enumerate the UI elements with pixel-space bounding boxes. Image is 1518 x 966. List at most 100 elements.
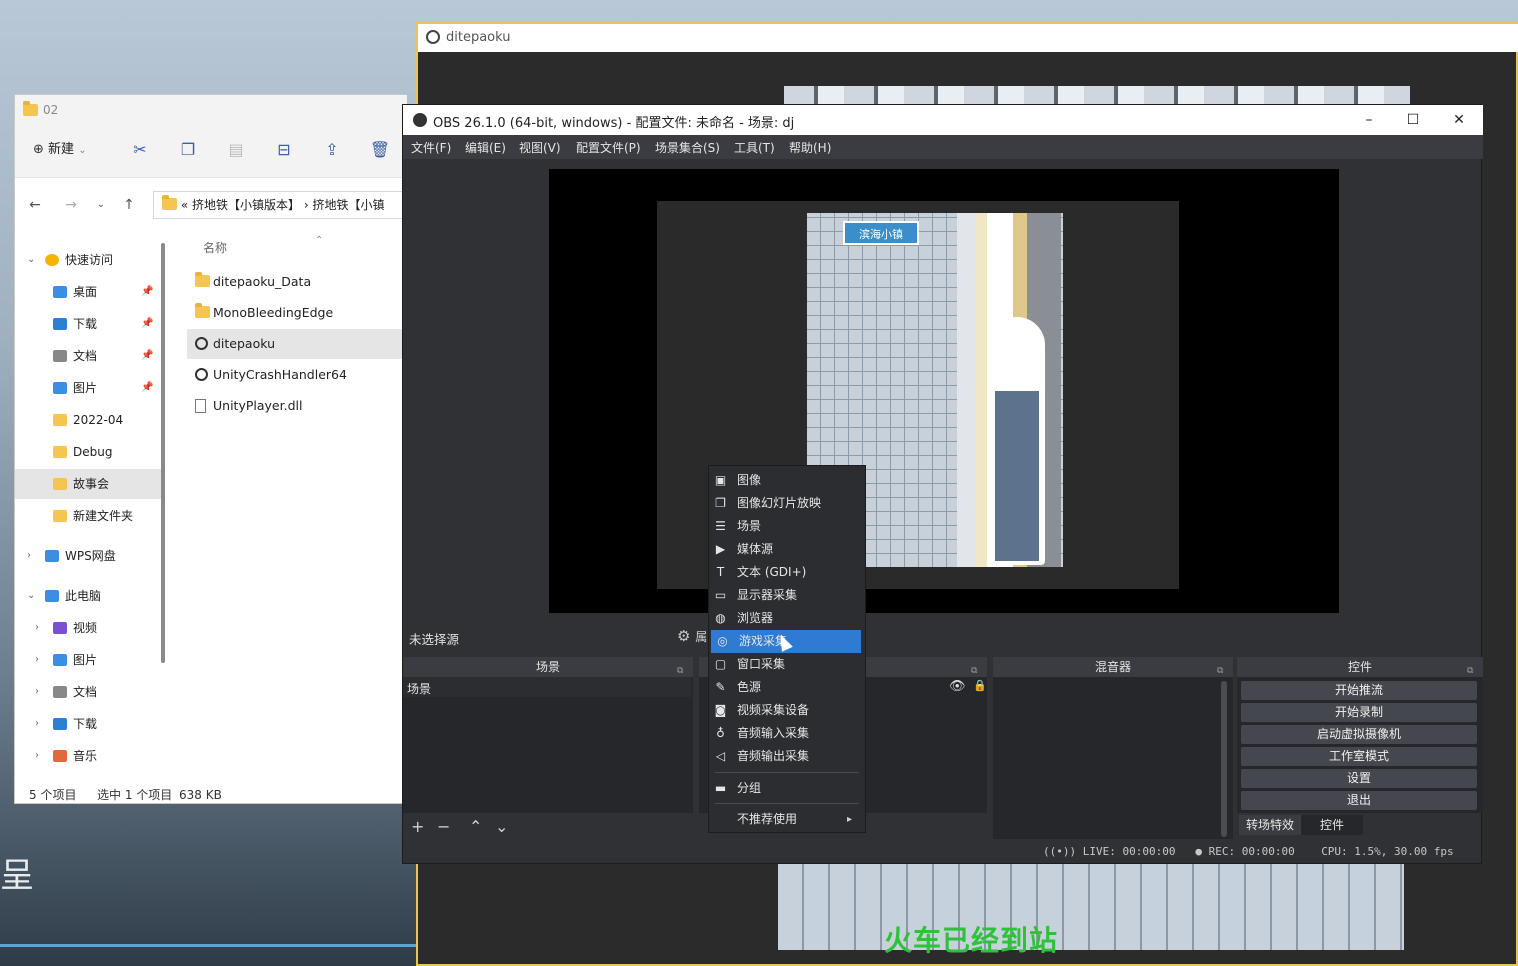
minimize-icon[interactable]: – [1349, 109, 1389, 131]
tab-transitions[interactable]: 转场特效 [1239, 815, 1301, 835]
remove-scene-icon[interactable]: − [437, 817, 450, 836]
chevron-right-icon[interactable]: › [27, 541, 31, 571]
address-overflow[interactable]: « [181, 198, 188, 212]
menu-item[interactable]: ◁ 音频输出采集 [709, 745, 865, 768]
chevron-down-icon[interactable]: ⌄ [27, 581, 35, 611]
menu-scene-collection[interactable]: 场景集合(S) [655, 139, 720, 156]
menu-edit[interactable]: 编辑(E) [465, 139, 506, 156]
sidebar-item[interactable]: 桌面 📌 [15, 277, 165, 307]
sidebar-item[interactable]: 2022-04 [15, 405, 165, 435]
chevron-down-icon[interactable]: ⌄ [27, 245, 35, 275]
column-header-name[interactable]: 名称 ⌃ [203, 235, 323, 256]
download-icon [53, 318, 67, 330]
file-row[interactable]: ditepaoku_Data [187, 267, 407, 297]
menu-file[interactable]: 文件(F) [411, 139, 451, 156]
sidebar-item-label: 下载 [73, 717, 98, 731]
maximize-icon[interactable]: ☐ [1393, 109, 1433, 131]
rename-icon[interactable]: ⊟ [273, 139, 295, 161]
sidebar-item[interactable]: › 音乐 [15, 741, 165, 771]
move-down-icon[interactable]: ⌄ [495, 817, 508, 836]
mixer-panel [993, 677, 1233, 839]
sidebar-item[interactable]: 故事会 [15, 469, 165, 499]
chevron-right-icon[interactable]: › [35, 741, 39, 771]
menu-item[interactable]: ▢ 窗口采集 [709, 653, 865, 676]
start-recording-button[interactable]: 开始录制 [1241, 703, 1477, 722]
sidebar-item[interactable]: › 下载 [15, 709, 165, 739]
sidebar-item[interactable]: ⌄ 此电脑 [15, 581, 165, 611]
obs-preview[interactable]: 滨海小镇 [549, 169, 1339, 613]
delete-icon[interactable]: 🗑 [369, 139, 391, 161]
menu-item[interactable]: ▬ 分组 [709, 777, 865, 800]
sidebar-item[interactable]: › WPS网盘 [15, 541, 165, 571]
menu-view[interactable]: 视图(V) [519, 139, 561, 156]
menu-item[interactable]: ▣ 图像 [709, 469, 865, 492]
menu-item[interactable]: T 文本 (GDI+) [709, 561, 865, 584]
sidebar-item[interactable]: ⌄ 快速访问 [15, 245, 165, 275]
sidebar-item[interactable]: › 图片 [15, 645, 165, 675]
sidebar-item[interactable]: 文档 📌 [15, 341, 165, 371]
settings-button[interactable]: 设置 [1241, 769, 1477, 788]
file-row[interactable]: ditepaoku [187, 329, 407, 359]
menu-item[interactable]: ☰ 场景 [709, 515, 865, 538]
sidebar-item[interactable]: 新建文件夹 [15, 501, 165, 531]
sidebar-item[interactable]: Debug [15, 437, 165, 467]
eye-icon[interactable]: 👁 [949, 679, 966, 694]
sidebar-item[interactable]: › 视频 [15, 613, 165, 643]
chevron-right-icon[interactable]: › [35, 613, 39, 643]
navigation-scrollbar[interactable] [161, 243, 165, 663]
obs-titlebar[interactable]: OBS 26.1.0 (64-bit, windows) - 配置文件: 未命名… [403, 105, 1483, 135]
breadcrumb-segment[interactable]: 挤地铁【小镇版本】 [192, 198, 300, 212]
recent-chevron-icon[interactable]: ⌄ [91, 195, 111, 215]
sidebar-item[interactable]: 图片 📌 [15, 373, 165, 403]
close-icon[interactable]: ✕ [1439, 109, 1479, 131]
sidebar-item[interactable]: › 文档 [15, 677, 165, 707]
move-up-icon[interactable]: ⌃ [469, 817, 482, 836]
mixer-scrollbar[interactable] [1221, 681, 1227, 837]
menu-item[interactable]: ▶ 媒体源 [709, 538, 865, 561]
add-scene-icon[interactable]: + [411, 817, 424, 836]
sidebar-item[interactable]: 下载 📌 [15, 309, 165, 339]
menu-tools[interactable]: 工具(T) [734, 139, 775, 156]
start-virtual-camera-button[interactable]: 启动虚拟摄像机 [1241, 725, 1477, 744]
back-icon[interactable]: ← [25, 195, 45, 215]
menu-item[interactable]: ❐ 图像幻灯片放映 [709, 492, 865, 515]
chevron-right-icon[interactable]: › [35, 645, 39, 675]
menu-item[interactable]: ✎ 色源 [709, 676, 865, 699]
copy-icon[interactable]: ❐ [177, 139, 199, 161]
properties-button[interactable]: ⚙ 属 [677, 627, 707, 645]
start-streaming-button[interactable]: 开始推流 [1241, 681, 1477, 700]
up-icon[interactable]: ↑ [119, 195, 139, 215]
explorer-titlebar[interactable]: 02 [15, 95, 407, 125]
menu-help[interactable]: 帮助(H) [789, 139, 831, 156]
obs-window[interactable]: OBS 26.1.0 (64-bit, windows) - 配置文件: 未命名… [402, 104, 1483, 864]
file-explorer-window[interactable]: 02 ⊕ 新建 ⌄ ✂ ❐ ▤ ⊟ ⇪ 🗑 ← → ⌄ ↑ « 挤地铁【小镇版本… [14, 94, 413, 804]
new-button[interactable]: ⊕ 新建 ⌄ [33, 139, 87, 161]
desktop-partial-text: 呈 [0, 856, 34, 896]
exit-button[interactable]: 退出 [1241, 791, 1477, 810]
chevron-right-icon[interactable]: › [35, 677, 39, 707]
menu-item[interactable]: ◙ 视频采集设备 [709, 699, 865, 722]
paste-icon[interactable]: ▤ [225, 139, 247, 161]
menu-profile[interactable]: 配置文件(P) [576, 139, 641, 156]
forward-icon[interactable]: → [61, 195, 81, 215]
share-icon[interactable]: ⇪ [321, 139, 343, 161]
scene-item[interactable]: 场景 [403, 677, 691, 697]
studio-mode-button[interactable]: 工作室模式 [1241, 747, 1477, 766]
file-row[interactable]: UnityPlayer.dll [187, 391, 407, 421]
file-row[interactable]: MonoBleedingEdge [187, 298, 407, 328]
file-row[interactable]: UnityCrashHandler64 [187, 360, 407, 390]
lock-icon[interactable]: 🔒 [973, 679, 987, 692]
address-bar[interactable]: « 挤地铁【小镇版本】 › 挤地铁【小镇 [153, 191, 413, 219]
game-titlebar[interactable]: ditepaoku [418, 24, 1518, 52]
menu-item[interactable]: ♁ 音频输入采集 [709, 722, 865, 745]
cut-icon[interactable]: ✂ [129, 139, 151, 161]
menu-item[interactable]: 不推荐使用 ▸ [709, 808, 865, 831]
globe-icon: ◍ [715, 611, 726, 625]
menu-item[interactable]: ▭ 显示器采集 [709, 584, 865, 607]
breadcrumb-segment[interactable]: 挤地铁【小镇 [312, 198, 384, 212]
tab-controls[interactable]: 控件 [1301, 815, 1363, 835]
menu-item[interactable]: ◍ 浏览器 [709, 607, 865, 630]
folder-icon: ▬ [714, 781, 727, 795]
menu-item-label: 文本 (GDI+) [737, 565, 807, 579]
chevron-right-icon[interactable]: › [35, 709, 39, 739]
